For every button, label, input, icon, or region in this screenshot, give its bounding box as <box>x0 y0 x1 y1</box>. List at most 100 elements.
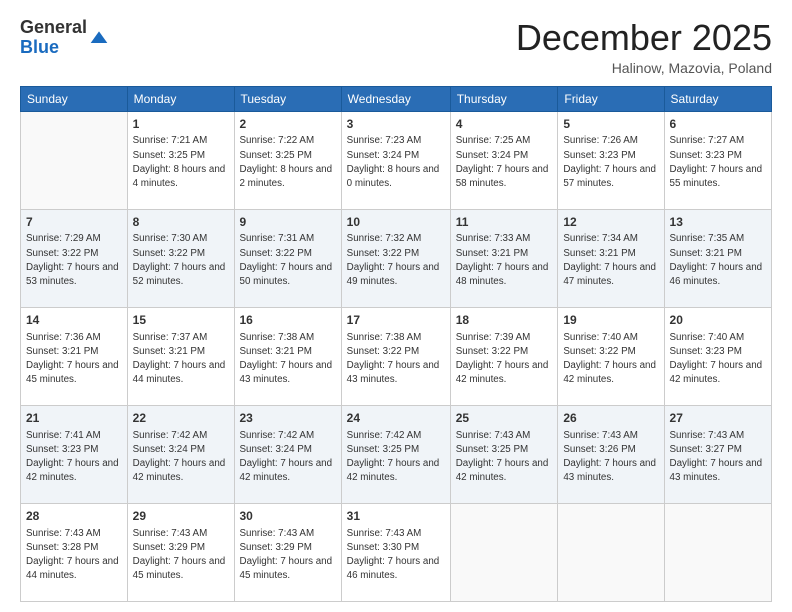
day-cell: 16 Sunrise: 7:38 AMSunset: 3:21 PMDayligh… <box>234 307 341 405</box>
week-row-1: 1Sunrise: 7:21 AMSunset: 3:25 PMDaylight… <box>21 111 772 209</box>
logo-blue: Blue <box>20 37 59 57</box>
day-info: Sunrise: 7:31 AMSunset: 3:22 PMDaylight:… <box>240 232 336 289</box>
day-number: 20 <box>670 312 766 329</box>
logo-general: General <box>20 17 87 37</box>
day-info: Sunrise: 7:43 AMSunset: 3:27 PMDaylight:… <box>670 429 766 486</box>
day-number: 21 <box>26 410 122 427</box>
week-row-3: 14 Sunrise: 7:36 AMSunset: 3:21 PMDayligh… <box>21 307 772 405</box>
day-info: Sunrise: 7:43 AMSunset: 3:28 PMDaylight:… <box>26 527 122 584</box>
day-info: Sunrise: 7:38 AMSunset: 3:21 PMDaylight:… <box>240 331 336 388</box>
page-header: General Blue December 2025 Halinow, Mazo… <box>20 18 772 76</box>
day-number: 19 <box>563 312 658 329</box>
day-header-row: Sunday Monday Tuesday Wednesday Thursday… <box>21 86 772 111</box>
day-info: Sunrise: 7:42 AMSunset: 3:24 PMDaylight:… <box>133 429 229 486</box>
day-number: 30 <box>240 508 336 525</box>
day-info: Sunrise: 7:40 AMSunset: 3:22 PMDaylight:… <box>563 331 658 388</box>
day-number: 2 <box>240 116 336 133</box>
day-info: Sunrise: 7:26 AMSunset: 3:23 PMDaylight:… <box>563 134 658 191</box>
day-info: Sunrise: 7:23 AMSunset: 3:24 PMDaylight:… <box>347 134 445 191</box>
day-info: Sunrise: 7:39 AMSunset: 3:22 PMDaylight:… <box>456 331 553 388</box>
day-number: 4 <box>456 116 553 133</box>
col-saturday: Saturday <box>664 86 771 111</box>
day-info: Sunrise: 7:42 AMSunset: 3:25 PMDaylight:… <box>347 429 445 486</box>
location-subtitle: Halinow, Mazovia, Poland <box>516 60 772 76</box>
day-number: 3 <box>347 116 445 133</box>
day-cell <box>664 503 771 601</box>
day-info: Sunrise: 7:30 AMSunset: 3:22 PMDaylight:… <box>133 232 229 289</box>
day-number: 24 <box>347 410 445 427</box>
day-cell: 10Sunrise: 7:32 AMSunset: 3:22 PMDayligh… <box>341 209 450 307</box>
day-number: 8 <box>133 214 229 231</box>
day-info: Sunrise: 7:29 AMSunset: 3:22 PMDaylight:… <box>26 232 122 289</box>
day-number: 16 <box>240 312 336 329</box>
day-cell: 7Sunrise: 7:29 AMSunset: 3:22 PMDaylight… <box>21 209 128 307</box>
day-number: 25 <box>456 410 553 427</box>
day-number: 15 <box>133 312 229 329</box>
day-cell: 9Sunrise: 7:31 AMSunset: 3:22 PMDaylight… <box>234 209 341 307</box>
day-info: Sunrise: 7:43 AMSunset: 3:30 PMDaylight:… <box>347 527 445 584</box>
day-cell: 17 Sunrise: 7:38 AMSunset: 3:22 PMDayligh… <box>341 307 450 405</box>
day-cell: 24 Sunrise: 7:42 AMSunset: 3:25 PMDayligh… <box>341 405 450 503</box>
day-cell: 26 Sunrise: 7:43 AMSunset: 3:26 PMDayligh… <box>558 405 664 503</box>
day-number: 9 <box>240 214 336 231</box>
day-info: Sunrise: 7:36 AMSunset: 3:21 PMDaylight:… <box>26 331 122 388</box>
day-info: Sunrise: 7:34 AMSunset: 3:21 PMDaylight:… <box>563 232 658 289</box>
week-row-2: 7Sunrise: 7:29 AMSunset: 3:22 PMDaylight… <box>21 209 772 307</box>
day-cell: 8Sunrise: 7:30 AMSunset: 3:22 PMDaylight… <box>127 209 234 307</box>
day-cell: 4Sunrise: 7:25 AMSunset: 3:24 PMDaylight… <box>450 111 558 209</box>
day-info: Sunrise: 7:33 AMSunset: 3:21 PMDaylight:… <box>456 232 553 289</box>
day-number: 12 <box>563 214 658 231</box>
col-sunday: Sunday <box>21 86 128 111</box>
day-cell: 28 Sunrise: 7:43 AMSunset: 3:28 PMDayligh… <box>21 503 128 601</box>
col-wednesday: Wednesday <box>341 86 450 111</box>
day-number: 6 <box>670 116 766 133</box>
calendar-table: Sunday Monday Tuesday Wednesday Thursday… <box>20 86 772 602</box>
day-cell: 15 Sunrise: 7:37 AMSunset: 3:21 PMDayligh… <box>127 307 234 405</box>
day-number: 1 <box>133 116 229 133</box>
day-cell: 21Sunrise: 7:41 AMSunset: 3:23 PMDayligh… <box>21 405 128 503</box>
day-number: 10 <box>347 214 445 231</box>
day-cell: 3Sunrise: 7:23 AMSunset: 3:24 PMDaylight… <box>341 111 450 209</box>
day-cell: 5Sunrise: 7:26 AMSunset: 3:23 PMDaylight… <box>558 111 664 209</box>
day-cell <box>558 503 664 601</box>
logo: General Blue <box>20 18 109 58</box>
day-cell: 22 Sunrise: 7:42 AMSunset: 3:24 PMDayligh… <box>127 405 234 503</box>
day-number: 13 <box>670 214 766 231</box>
day-cell: 19 Sunrise: 7:40 AMSunset: 3:22 PMDayligh… <box>558 307 664 405</box>
week-row-4: 21Sunrise: 7:41 AMSunset: 3:23 PMDayligh… <box>21 405 772 503</box>
day-cell: 14 Sunrise: 7:36 AMSunset: 3:21 PMDayligh… <box>21 307 128 405</box>
day-cell: 27Sunrise: 7:43 AMSunset: 3:27 PMDayligh… <box>664 405 771 503</box>
day-cell: 2Sunrise: 7:22 AMSunset: 3:25 PMDaylight… <box>234 111 341 209</box>
day-info: Sunrise: 7:32 AMSunset: 3:22 PMDaylight:… <box>347 232 445 289</box>
day-cell: 12Sunrise: 7:34 AMSunset: 3:21 PMDayligh… <box>558 209 664 307</box>
day-number: 7 <box>26 214 122 231</box>
day-info: Sunrise: 7:35 AMSunset: 3:21 PMDaylight:… <box>670 232 766 289</box>
day-cell: 6Sunrise: 7:27 AMSunset: 3:23 PMDaylight… <box>664 111 771 209</box>
day-number: 22 <box>133 410 229 427</box>
day-number: 17 <box>347 312 445 329</box>
day-cell: 18Sunrise: 7:39 AMSunset: 3:22 PMDayligh… <box>450 307 558 405</box>
day-info: Sunrise: 7:43 AMSunset: 3:26 PMDaylight:… <box>563 429 658 486</box>
day-cell: 23Sunrise: 7:42 AMSunset: 3:24 PMDayligh… <box>234 405 341 503</box>
logo-icon <box>89 28 109 48</box>
day-number: 23 <box>240 410 336 427</box>
day-number: 28 <box>26 508 122 525</box>
logo-text: General Blue <box>20 18 87 58</box>
day-number: 14 <box>26 312 122 329</box>
day-number: 26 <box>563 410 658 427</box>
day-cell <box>21 111 128 209</box>
day-info: Sunrise: 7:38 AMSunset: 3:22 PMDaylight:… <box>347 331 445 388</box>
day-cell: 30 Sunrise: 7:43 AMSunset: 3:29 PMDayligh… <box>234 503 341 601</box>
day-cell: 20Sunrise: 7:40 AMSunset: 3:23 PMDayligh… <box>664 307 771 405</box>
day-info: Sunrise: 7:21 AMSunset: 3:25 PMDaylight:… <box>133 134 229 191</box>
day-cell: 1Sunrise: 7:21 AMSunset: 3:25 PMDaylight… <box>127 111 234 209</box>
col-friday: Friday <box>558 86 664 111</box>
day-info: Sunrise: 7:43 AMSunset: 3:29 PMDaylight:… <box>240 527 336 584</box>
day-info: Sunrise: 7:37 AMSunset: 3:21 PMDaylight:… <box>133 331 229 388</box>
month-title: December 2025 <box>516 18 772 58</box>
day-cell: 11Sunrise: 7:33 AMSunset: 3:21 PMDayligh… <box>450 209 558 307</box>
day-cell: 25 Sunrise: 7:43 AMSunset: 3:25 PMDayligh… <box>450 405 558 503</box>
day-cell: 31Sunrise: 7:43 AMSunset: 3:30 PMDayligh… <box>341 503 450 601</box>
day-info: Sunrise: 7:43 AMSunset: 3:25 PMDaylight:… <box>456 429 553 486</box>
day-number: 11 <box>456 214 553 231</box>
